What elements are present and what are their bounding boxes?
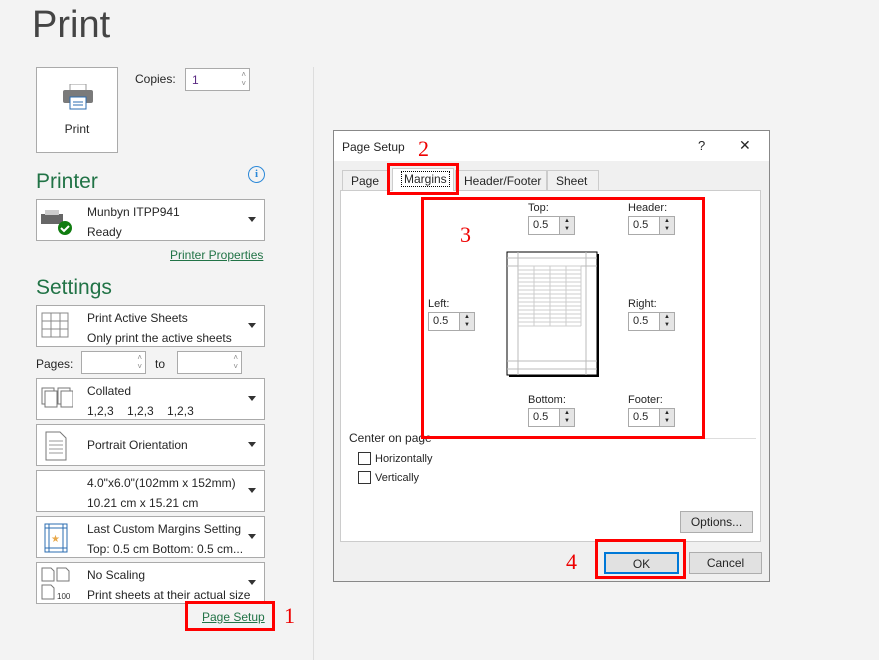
setting-line1: No Scaling bbox=[87, 568, 146, 582]
chevron-down-icon bbox=[248, 396, 256, 401]
setting-line2: Print sheets at their actual size bbox=[87, 588, 251, 602]
chevron-down-icon bbox=[248, 442, 256, 447]
info-icon[interactable]: i bbox=[248, 166, 265, 183]
annotation-box-4 bbox=[595, 539, 686, 579]
setting-line2: Top: 0.5 cm Bottom: 0.5 cm... bbox=[87, 542, 244, 556]
setting-line1: Collated bbox=[87, 384, 132, 398]
printer-ready-icon bbox=[41, 210, 72, 235]
chevron-down-icon bbox=[248, 323, 256, 328]
spinner-icon[interactable]: ˄ ˅ bbox=[233, 353, 238, 371]
printer-heading: Printer bbox=[36, 170, 98, 193]
annotation-1: 1 bbox=[284, 603, 295, 628]
tab-page[interactable]: Page bbox=[342, 170, 388, 190]
vertically-label: Vertically bbox=[375, 472, 420, 484]
tab-header-footer[interactable]: Header/Footer bbox=[455, 170, 547, 190]
print-label: Print bbox=[64, 122, 90, 136]
options-button[interactable]: Options... bbox=[680, 511, 753, 533]
setting-line2: 1,2,3 1,2,3 1,2,3 bbox=[87, 404, 194, 418]
printer-status: Ready bbox=[87, 225, 122, 239]
paper-size-dropdown[interactable]: 4.0"x6.0"(102mm x 152mm) 10.21 cm x 15.21… bbox=[36, 470, 265, 512]
horizontally-checkbox[interactable]: Horizontally bbox=[358, 451, 433, 466]
checkbox-icon bbox=[358, 471, 371, 485]
annotation-4: 4 bbox=[566, 549, 577, 574]
horizontally-label: Horizontally bbox=[375, 453, 433, 465]
close-button[interactable]: ✕ bbox=[739, 137, 751, 154]
setting-line2: Only print the active sheets bbox=[87, 331, 232, 345]
portrait-page-icon bbox=[45, 431, 67, 461]
tab-margins[interactable]: Margins bbox=[392, 168, 454, 191]
setting-line1: 4.0"x6.0"(102mm x 152mm) bbox=[87, 476, 236, 490]
printer-properties-link[interactable]: Printer Properties bbox=[170, 248, 263, 262]
chevron-down-icon bbox=[248, 217, 256, 222]
orientation-dropdown[interactable]: Portrait Orientation bbox=[36, 424, 265, 466]
pages-label: Pages: bbox=[36, 357, 74, 371]
setting-line1: Portrait Orientation bbox=[87, 438, 188, 452]
svg-text:★: ★ bbox=[51, 534, 60, 545]
settings-heading: Settings bbox=[36, 276, 112, 299]
annotation-2: 2 bbox=[418, 136, 429, 161]
printer-icon bbox=[63, 84, 93, 110]
dialog-title: Page Setup bbox=[342, 140, 405, 154]
divider bbox=[313, 67, 314, 660]
dialog-titlebar: Page Setup ? ✕ bbox=[334, 131, 769, 161]
pages-to-input[interactable]: ˄ ˅ bbox=[177, 351, 242, 374]
copies-value: 1 bbox=[192, 73, 199, 87]
print-button[interactable]: Print bbox=[36, 67, 118, 153]
collated-icon bbox=[41, 387, 73, 408]
spinner-icon[interactable]: ˄ ˅ bbox=[137, 353, 142, 371]
chevron-down-icon bbox=[248, 534, 256, 539]
page-title: Print bbox=[32, 4, 111, 46]
pages-from-input[interactable]: ˄ ˅ bbox=[81, 351, 146, 374]
printer-dropdown[interactable]: Munbyn ITPP941 Ready bbox=[36, 199, 265, 241]
checkbox-icon bbox=[358, 452, 371, 466]
scaling-dropdown[interactable]: 100 No Scaling Print sheets at their actu… bbox=[36, 562, 265, 604]
setting-line1: Print Active Sheets bbox=[87, 311, 188, 325]
tab-sheet[interactable]: Sheet bbox=[547, 170, 599, 190]
to-label: to bbox=[155, 357, 166, 371]
svg-text:100: 100 bbox=[57, 592, 71, 601]
help-button[interactable]: ? bbox=[698, 138, 705, 153]
chevron-down-icon bbox=[248, 488, 256, 493]
print-what-dropdown[interactable]: Print Active Sheets Only print the active… bbox=[36, 305, 265, 347]
annotation-3: 3 bbox=[460, 222, 471, 247]
chevron-down-icon bbox=[248, 580, 256, 585]
margins-dropdown[interactable]: ★ Last Custom Margins Setting Top: 0.5 cm… bbox=[36, 516, 265, 558]
sheet-grid-icon bbox=[41, 312, 69, 338]
printer-name: Munbyn ITPP941 bbox=[87, 205, 180, 219]
cancel-button[interactable]: Cancel bbox=[689, 552, 762, 574]
copies-label: Copies: bbox=[135, 72, 176, 86]
tab-margins-label: Margins bbox=[401, 171, 450, 187]
center-on-page-label: Center on page bbox=[349, 431, 432, 445]
copies-input[interactable]: 1 ˄ ˅ bbox=[185, 68, 250, 91]
no-scaling-icon: 100 bbox=[41, 567, 71, 601]
vertically-checkbox[interactable]: Vertically bbox=[358, 470, 420, 485]
setting-line2: 10.21 cm x 15.21 cm bbox=[87, 496, 199, 510]
setting-line1: Last Custom Margins Setting bbox=[87, 522, 242, 536]
page-setup-link[interactable]: Page Setup bbox=[202, 610, 265, 624]
spinner-icon[interactable]: ˄ ˅ bbox=[241, 70, 246, 88]
custom-margins-icon: ★ bbox=[44, 523, 68, 553]
collation-dropdown[interactable]: Collated 1,2,3 1,2,3 1,2,3 bbox=[36, 378, 265, 420]
